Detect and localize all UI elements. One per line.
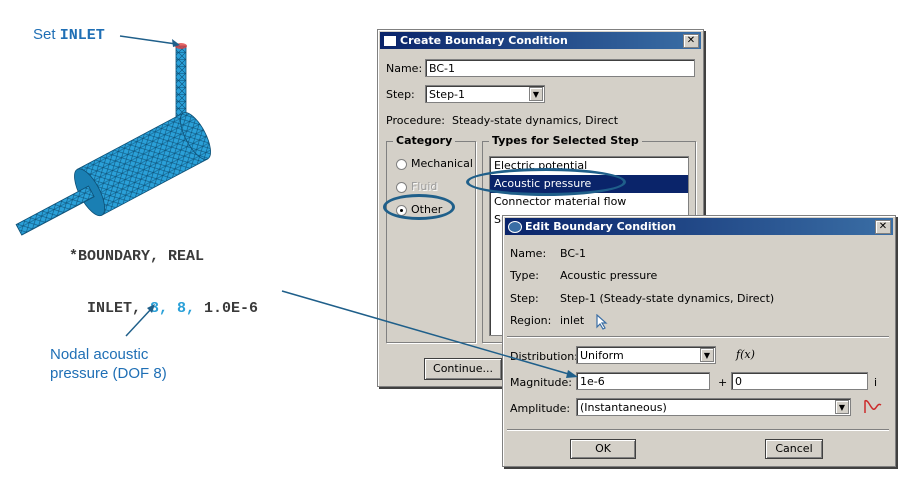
magnitude-connector-arrow — [281, 290, 578, 378]
